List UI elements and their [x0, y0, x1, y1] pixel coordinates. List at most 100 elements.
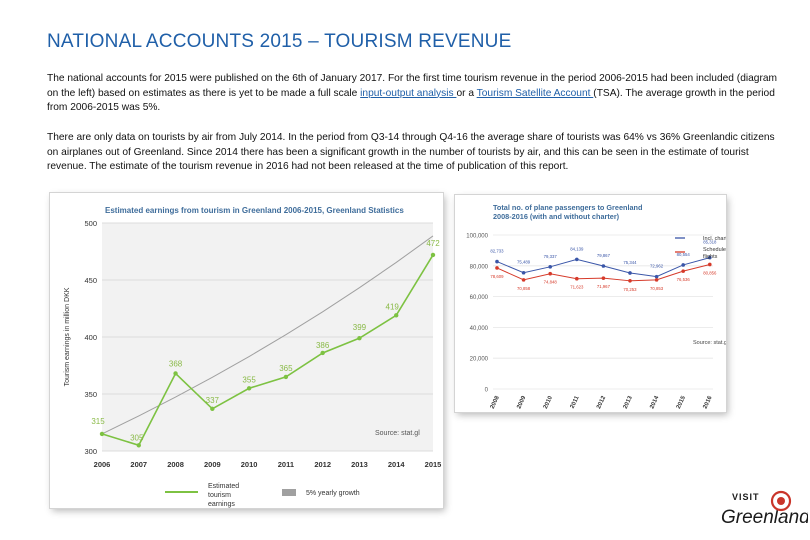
- chart-title: Estimated earnings from tourism in Green…: [105, 206, 404, 215]
- x-tick-label: 2013: [623, 395, 634, 410]
- x-tick-label: 2010: [543, 395, 554, 410]
- earnings-data-label: 315: [91, 417, 105, 426]
- chart-source: Source: stat.gl: [693, 340, 726, 346]
- x-tick-label: 2011: [278, 460, 294, 469]
- logo-word-greenland: Greenland: [721, 507, 808, 528]
- scheduled-point: [495, 266, 499, 270]
- charter-data-label: 75,344: [623, 260, 637, 265]
- input-output-analysis-link[interactable]: input-output analysis: [360, 88, 456, 99]
- earnings-point: [394, 313, 399, 318]
- logo-dot-icon: [777, 497, 785, 505]
- earnings-point: [246, 386, 252, 391]
- x-tick-label: 2007: [130, 460, 147, 469]
- charter-point: [681, 263, 685, 267]
- earnings-data-label: 472: [426, 239, 440, 248]
- scheduled-data-label: 70,253: [623, 287, 637, 292]
- x-tick-label: 2014: [649, 395, 660, 410]
- charter-point: [654, 274, 659, 279]
- legend-earnings-label: Estimated: [208, 483, 239, 490]
- x-tick-label: 2008: [490, 395, 501, 410]
- logo-word-visit: VISIT: [732, 492, 760, 502]
- scheduled-data-label: 70,853: [650, 286, 664, 291]
- y-tick-label: 350: [84, 390, 97, 399]
- scheduled-point: [708, 262, 712, 267]
- y-tick-label: 500: [84, 219, 97, 228]
- earnings-point: [430, 252, 436, 258]
- earnings-point: [136, 443, 141, 448]
- passengers-chart: 100,000 80,000 60,000 40,000 20,000 02008 2009…: [466, 203, 732, 410]
- earnings-point: [283, 374, 289, 380]
- x-tick-label: 2006: [94, 460, 111, 469]
- charter-point: [548, 265, 552, 269]
- earnings-point: [320, 350, 325, 356]
- earnings-point: [210, 406, 215, 412]
- y-tick-label: 100,000: [466, 234, 488, 240]
- charter-data-label: 72,962: [650, 264, 664, 269]
- earnings-data-label: 386: [316, 341, 330, 350]
- x-tick-label: 2012: [314, 460, 331, 469]
- legend-earnings-label: earnings: [208, 501, 235, 508]
- y-tick-label: 20,000: [470, 357, 489, 363]
- earnings-data-label: 337: [206, 396, 220, 405]
- passengers-chart-panel: 100,000 80,000 60,000 40,000 20,000 0 2008 2009…: [455, 195, 732, 412]
- earnings-chart: 500 450 400 350 300 2006 2007 2008 2009 2010 2011 2…: [64, 206, 442, 508]
- y-axis-label: Tourism earnings in million DKK: [64, 287, 71, 386]
- x-tick-label: 2012: [596, 395, 607, 410]
- charter-data-label: 79,867: [597, 253, 611, 258]
- y-tick-label: 300: [84, 447, 97, 456]
- earnings-chart-panel: 500 450 400 350 300 2006 2007 2008 2009 2010 2011 2…: [50, 193, 443, 508]
- scheduled-data-label: 70,858: [517, 286, 531, 291]
- scheduled-data-label: 76,536: [677, 277, 691, 282]
- charter-data-label: 79,337: [544, 254, 558, 259]
- y-tick-label: 60,000: [470, 295, 489, 301]
- charter-data-label: 82,733: [490, 249, 504, 254]
- scheduled-point: [654, 278, 659, 282]
- scheduled-data-label: 78,609: [490, 274, 504, 279]
- x-tick-label: 2015: [676, 395, 687, 410]
- earnings-data-label: 355: [242, 375, 256, 384]
- y-tick-label: 450: [84, 276, 97, 285]
- legend-growth-swatch: [282, 489, 296, 496]
- scheduled-data-label: 80,856: [703, 270, 717, 275]
- scheduled-point: [521, 278, 526, 282]
- scheduled-point: [548, 271, 552, 276]
- y-tick-label: 400: [84, 333, 97, 342]
- chart-title: Total no. of plane passengers to Greenla…: [493, 203, 642, 212]
- y-tick-label: 40,000: [470, 326, 489, 332]
- charter-point: [495, 259, 499, 264]
- x-tick-label: 2009: [516, 395, 527, 410]
- earnings-point: [173, 371, 178, 376]
- legend-growth-label: 5% yearly growth: [306, 490, 360, 497]
- earnings-data-label: 419: [386, 302, 400, 311]
- legend-scheduled-label: flights: [703, 254, 718, 260]
- scheduled-point: [628, 279, 632, 283]
- x-tick-label: 2016: [703, 395, 714, 410]
- charter-point: [628, 271, 632, 275]
- x-tick-label: 2009: [204, 460, 221, 469]
- page-title: NATIONAL ACCOUNTS 2015 – TOURISM REVENUE: [47, 31, 512, 52]
- x-tick-label: 2014: [388, 460, 406, 469]
- chart-source: Source: stat.gl: [375, 430, 420, 437]
- visit-greenland-logo: VISIT Greenland: [718, 485, 810, 530]
- y-tick-label: 0: [485, 388, 489, 394]
- x-tick-label: 2008: [167, 460, 184, 469]
- earnings-data-label: 399: [353, 323, 367, 332]
- earnings-data-label: 305: [130, 433, 144, 442]
- x-tick-label: 2013: [351, 460, 368, 469]
- legend-charter-label: Incl. charter: [703, 236, 726, 242]
- intro-paragraph: The national accounts for 2015 were publ…: [47, 72, 787, 116]
- visit-greenland-logo-mark: VISIT Greenland: [721, 490, 810, 528]
- earnings-data-label: 368: [169, 359, 183, 368]
- legend-scheduled-label: Scheduled: [703, 247, 726, 253]
- tourism-satellite-account-link[interactable]: Tourism Satellite Account: [477, 88, 594, 99]
- earnings-data-label: 365: [279, 364, 293, 373]
- charter-point: [521, 270, 526, 275]
- x-tick-label: 2010: [241, 460, 258, 469]
- scheduled-data-label: 71,967: [597, 284, 611, 289]
- scheduled-point: [601, 276, 606, 280]
- x-tick-label: 2015: [425, 460, 442, 469]
- y-tick-label: 80,000: [470, 264, 489, 270]
- earnings-point: [357, 335, 362, 341]
- air-tourism-paragraph: There are only data on tourists by air f…: [47, 132, 775, 173]
- scheduled-point: [575, 276, 579, 281]
